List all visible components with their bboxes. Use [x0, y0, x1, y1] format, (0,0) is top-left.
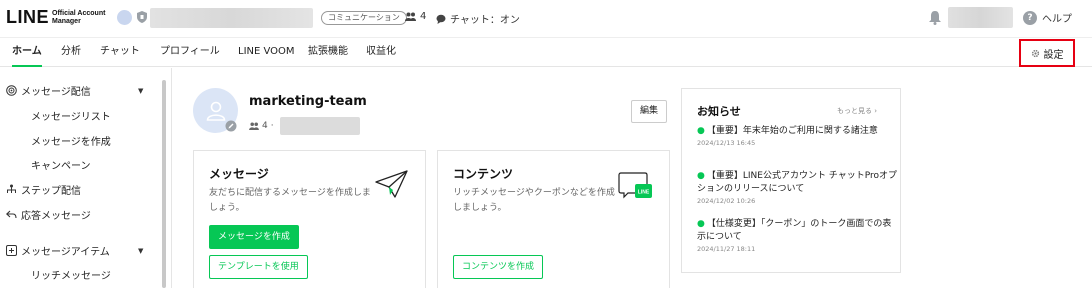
profile-meta: 4 ·	[249, 117, 360, 135]
content-card: コンテンツ リッチメッセージやクーポンなどを作成しましょう。 LINE コンテン…	[437, 150, 670, 288]
broadcast-icon	[6, 85, 17, 96]
news-date: 2024/12/02 10:26	[697, 197, 756, 205]
main-nav: ホーム 分析 チャット プロフィール LINE VOOM 拡張機能 収益化 設定	[0, 37, 1092, 67]
news-item[interactable]: ● 【仕様変更】「クーポン」のトーク画面での表示について 2024/11/27 1…	[697, 218, 897, 255]
sidebar-item-campaign[interactable]: キャンペーン	[31, 157, 91, 172]
settings-button[interactable]: 設定	[1019, 39, 1075, 67]
chevron-down-icon[interactable]: ▼	[138, 87, 143, 95]
use-template-button[interactable]: テンプレートを使用	[209, 255, 308, 279]
bullet-dot: ●	[697, 219, 705, 229]
top-bar: LINE Official Account Manager コミュニケーション …	[0, 0, 1092, 36]
tab-profile[interactable]: プロフィール	[160, 38, 220, 67]
sidebar-item-step-delivery[interactable]: ステップ配信	[6, 182, 81, 197]
news-date: 2024/12/13 16:45	[697, 139, 756, 147]
settings-label: 設定	[1043, 49, 1064, 61]
line-icon-text: LINE	[638, 190, 650, 196]
paper-plane-icon	[375, 170, 408, 198]
news-item[interactable]: ● 【重要】年末年始のご利用に関する諸注意 2024/12/13 16:45	[697, 125, 897, 149]
sidebar: メッセージ配信 ▼ メッセージリスト メッセージを作成 キャンペーン ステップ配…	[0, 68, 172, 288]
hierarchy-icon	[7, 184, 16, 193]
tab-line-voom[interactable]: LINE VOOM	[238, 38, 295, 67]
sidebar-item-message-list[interactable]: メッセージリスト	[31, 108, 111, 123]
card-title: コンテンツ	[453, 167, 514, 181]
friends-icon	[249, 122, 259, 130]
help-label: ヘルプ	[1042, 14, 1072, 25]
more-link[interactable]: もっと見る ›	[837, 106, 877, 116]
plan-badge: コミュニケーション	[321, 11, 407, 25]
sidebar-scrollbar[interactable]	[162, 80, 166, 288]
bullet-dot: ●	[697, 171, 705, 181]
sidebar-item-label: 応答メッセージ	[21, 211, 91, 222]
news-title: お知らせ	[697, 105, 741, 118]
chevron-down-icon[interactable]: ▼	[138, 247, 143, 255]
news-date: 2024/11/27 18:11	[697, 245, 756, 253]
tab-monetization[interactable]: 収益化	[366, 38, 396, 67]
friends-icon	[405, 12, 416, 21]
news-item[interactable]: ● 【重要】LINE公式アカウント チャットProオプションのリリースについて 2…	[697, 170, 897, 207]
shield-icon	[137, 11, 147, 23]
separator: ·	[270, 121, 274, 131]
logo-wordmark: LINE	[6, 7, 50, 27]
create-content-button[interactable]: コンテンツを作成	[453, 255, 544, 279]
sidebar-item-label: メッセージ配信	[21, 87, 91, 98]
edit-avatar-icon[interactable]	[225, 120, 237, 132]
chat-bubble-icon	[436, 14, 446, 24]
help-link[interactable]: ? ヘルプ	[1023, 10, 1072, 25]
sidebar-item-message-items[interactable]: メッセージアイテム	[6, 243, 110, 258]
account-name-redacted[interactable]	[150, 8, 313, 28]
account-name: marketing-team	[249, 94, 367, 109]
sidebar-item-rich-message[interactable]: リッチメッセージ	[31, 267, 111, 282]
bell-icon[interactable]	[928, 10, 942, 25]
user-name-redacted[interactable]	[948, 7, 1013, 28]
reply-icon	[6, 210, 17, 219]
tab-home[interactable]: ホーム	[12, 38, 42, 67]
help-icon: ?	[1023, 10, 1037, 25]
add-box-icon	[6, 245, 17, 256]
chat-status-label: チャット：オン	[450, 15, 520, 26]
tab-analytics[interactable]: 分析	[61, 38, 81, 67]
friend-count-value: 4	[420, 11, 427, 22]
sidebar-item-message-delivery[interactable]: メッセージ配信	[6, 83, 91, 98]
sidebar-item-auto-reply[interactable]: 応答メッセージ	[6, 207, 91, 222]
user-icon	[206, 101, 225, 121]
line-oam-logo[interactable]: LINE Official Account Manager	[6, 7, 105, 28]
card-description: リッチメッセージやクーポンなどを作成しましょう。	[453, 188, 615, 213]
card-description: 友だちに配信するメッセージを作成しましょう。	[209, 188, 371, 213]
friend-count-value: 4	[262, 121, 268, 131]
news-panel: お知らせ もっと見る › ● 【重要】年末年始のご利用に関する諸注意 2024/1…	[681, 88, 901, 273]
edit-profile-button[interactable]: 編集	[631, 100, 667, 123]
message-card: メッセージ 友だちに配信するメッセージを作成しましょう。 メッセージを作成 テン…	[193, 150, 426, 288]
account-id-redacted	[279, 117, 360, 135]
chevron-right-icon: ›	[874, 107, 878, 115]
gear-icon	[1031, 49, 1039, 57]
logo-subtitle: Official Account Manager	[52, 9, 106, 25]
create-message-button[interactable]: メッセージを作成	[209, 225, 299, 249]
tab-chat[interactable]: チャット	[100, 38, 140, 67]
chat-status[interactable]: チャット：オン	[436, 11, 520, 26]
sidebar-item-create-message[interactable]: メッセージを作成	[31, 133, 111, 148]
card-title: メッセージ	[209, 167, 269, 181]
chat-window-icon: LINE	[618, 172, 652, 199]
sidebar-item-label: メッセージアイテム	[21, 247, 110, 258]
account-avatar[interactable]	[117, 10, 132, 25]
sidebar-item-label: ステップ配信	[21, 186, 81, 197]
friend-count: 4	[405, 11, 426, 22]
bullet-dot: ●	[697, 126, 705, 136]
tab-extensions[interactable]: 拡張機能	[308, 38, 348, 67]
